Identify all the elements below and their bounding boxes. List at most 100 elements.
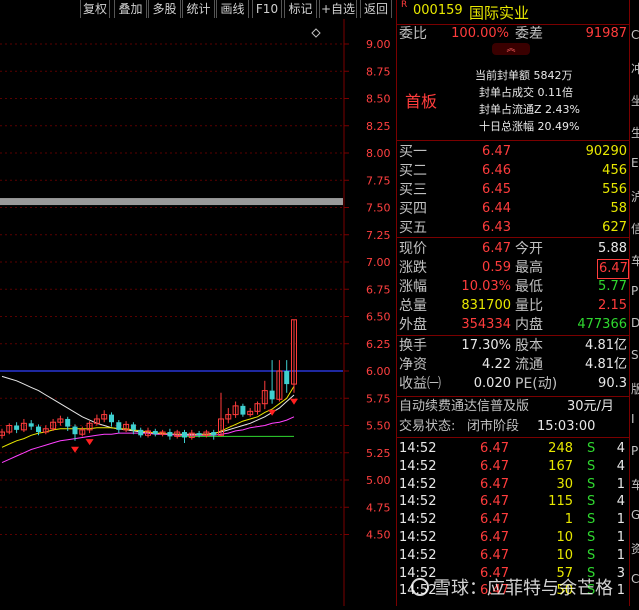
toolbar-button-8[interactable]: 返回 — [360, 0, 392, 18]
toolbar-button-7[interactable]: +自选 — [319, 0, 357, 18]
price-tick-label: 8.75 — [366, 65, 391, 78]
toolbar-button-6[interactable]: 标记 — [284, 0, 317, 18]
candle-body-down — [167, 432, 173, 437]
price-tick-label: 7.50 — [366, 202, 391, 215]
kline-chart-svg: 9.00 8.75 8.50 8.25 8.00 7.75 7.50 7.25 7.00 6.75… — [0, 19, 391, 606]
candle-body-down — [130, 424, 136, 430]
edge-char: 沪 — [631, 190, 639, 204]
stat-value: 0.59 — [482, 260, 511, 275]
stat-value: 6.47 — [597, 259, 629, 279]
ratio-value: 100.00% — [451, 26, 509, 41]
edge-char: 坐 — [631, 94, 639, 108]
bid-price: 6.45 — [482, 182, 511, 197]
fund-row: 收益㈠ 0.020 PE(动) 90.3 — [397, 375, 629, 393]
stat-value: 831700 — [461, 298, 511, 313]
edge-char: 车 — [631, 254, 639, 268]
toolbar-button-3[interactable]: 统计 — [182, 0, 215, 18]
edge-char: D — [631, 316, 639, 330]
toolbar-button-4[interactable]: 画线 — [216, 0, 249, 18]
promo-row[interactable]: 自动续费通达信普及版 30元/月 — [397, 398, 629, 416]
tick-count: 1 — [616, 476, 625, 492]
tick-row: 14:52 6.47 1 S 1 — [397, 511, 629, 529]
tick-time: 14:52 — [399, 512, 437, 528]
fund-label: 收益㈠ — [399, 376, 441, 392]
tick-volume: 10 — [556, 530, 573, 545]
toolbar-button-1[interactable]: 叠加 — [114, 0, 147, 18]
stat-value: 477366 — [577, 317, 627, 332]
edge-char: C — [631, 28, 639, 42]
candle-body-down — [28, 423, 34, 427]
promo-text: 自动续费通达信普及版 — [399, 399, 530, 414]
price-tick-label: 6.75 — [366, 283, 391, 296]
bid-volume: 90290 — [585, 144, 627, 159]
tick-side: S — [587, 512, 596, 528]
tick-side: S — [587, 530, 596, 545]
toolbar-button-2[interactable]: 多股 — [148, 0, 181, 18]
tick-time: 14:52 — [399, 476, 437, 492]
bid-volume: 58 — [610, 201, 627, 216]
tick-count: 4 — [616, 458, 625, 474]
right-edge-panel: C 冲坐生 E 沪信车 P D S 版 I P 车 G 资 C — [629, 0, 639, 606]
price-tick-label: 4.50 — [366, 529, 391, 542]
candle-body-down — [182, 432, 187, 438]
kline-chart[interactable]: 9.00 8.75 8.50 8.25 8.00 7.75 7.50 7.25 7.00 6.75… — [0, 19, 395, 606]
fund-value: 4.81亿 — [585, 338, 627, 353]
stat-value: 5.88 — [598, 241, 627, 256]
diff-value: 91987 — [585, 26, 627, 41]
candle-body-down — [72, 426, 78, 435]
tick-row: 14:52 6.47 10 S 1 — [397, 547, 629, 565]
tick-price: 6.47 — [480, 441, 509, 456]
stat-row: 涨幅 10.03% 最低 5.77 — [397, 278, 629, 296]
tick-row: 14:52 6.47 248 S 4 — [397, 440, 629, 458]
stat-value: 5.77 — [598, 279, 627, 294]
bid-row[interactable]: 买五 6.43 627 — [397, 219, 629, 237]
bid-volume: 627 — [602, 220, 627, 235]
tick-volume: 30 — [556, 476, 573, 492]
quote-panel: R 000159 国际实业 委比 100.00% 委差 91987 ︽ 首板 当… — [396, 0, 629, 606]
edge-char: 生 — [631, 126, 639, 140]
fund-value: 0.020 — [473, 376, 511, 391]
stat-label: 总量 — [399, 298, 427, 314]
order-ratio-row: 委比 100.00% 委差 91987 — [397, 25, 629, 43]
candle-body-down — [196, 433, 202, 436]
stat-value: 10.03% — [461, 279, 511, 294]
board-badge: 首板 — [405, 92, 438, 111]
ten-day-gain-text: 十日总涨幅 20.49% — [479, 120, 580, 133]
bid-row[interactable]: 买二 6.46 456 — [397, 162, 629, 180]
seal-turnover: 封单占成交 0.11倍 — [479, 86, 573, 99]
edge-char: 信 — [631, 222, 639, 236]
edge-char: 车 — [631, 478, 639, 492]
edge-char: I — [631, 412, 635, 426]
collapse-toggle[interactable]: ︽ — [492, 43, 530, 55]
candle-body-down — [116, 422, 122, 430]
stat-label: 今开 — [515, 241, 543, 257]
bid-row[interactable]: 买四 6.44 58 — [397, 200, 629, 218]
stat-row: 现价 6.47 今开 5.88 — [397, 240, 629, 258]
watermark: 雪球：应菲特与余芒格 — [411, 574, 613, 600]
stock-name: 国际实业 — [469, 4, 530, 22]
toolbar-button-5[interactable]: F10 — [252, 0, 282, 18]
tick-time: 14:52 — [399, 530, 437, 545]
stat-label: 现价 — [399, 241, 427, 257]
tick-volume: 1 — [564, 512, 573, 528]
tick-time: 14:52 — [399, 547, 437, 563]
tick-row: 14:52 6.47 30 S 1 — [397, 476, 629, 494]
chart-toolbar: 复权 叠加 多股 统计 画线 F10 标记 +自选 返回 — [0, 0, 395, 18]
candle-body-down — [36, 426, 41, 433]
tick-price: 6.47 — [480, 476, 509, 492]
stat-label: 内盘 — [515, 317, 543, 333]
bid-row[interactable]: 买一 6.47 90290 — [397, 143, 629, 161]
overlay-band — [0, 198, 343, 206]
tick-volume: 115 — [548, 494, 573, 510]
stat-value: 6.47 — [482, 241, 511, 256]
bid-row[interactable]: 买三 6.45 556 — [397, 181, 629, 199]
quote-header: R 000159 国际实业 — [397, 0, 629, 25]
edge-char: 版 — [631, 382, 639, 396]
trade-status-time: 15:03:00 — [537, 419, 596, 434]
stat-label: 涨幅 — [399, 279, 427, 295]
toolbar-button-0[interactable]: 复权 — [80, 0, 110, 18]
edge-char: E — [631, 156, 639, 170]
price-tick-label: 5.00 — [366, 474, 391, 487]
edge-char: P — [631, 284, 639, 298]
stat-label: 最高 — [515, 260, 543, 276]
